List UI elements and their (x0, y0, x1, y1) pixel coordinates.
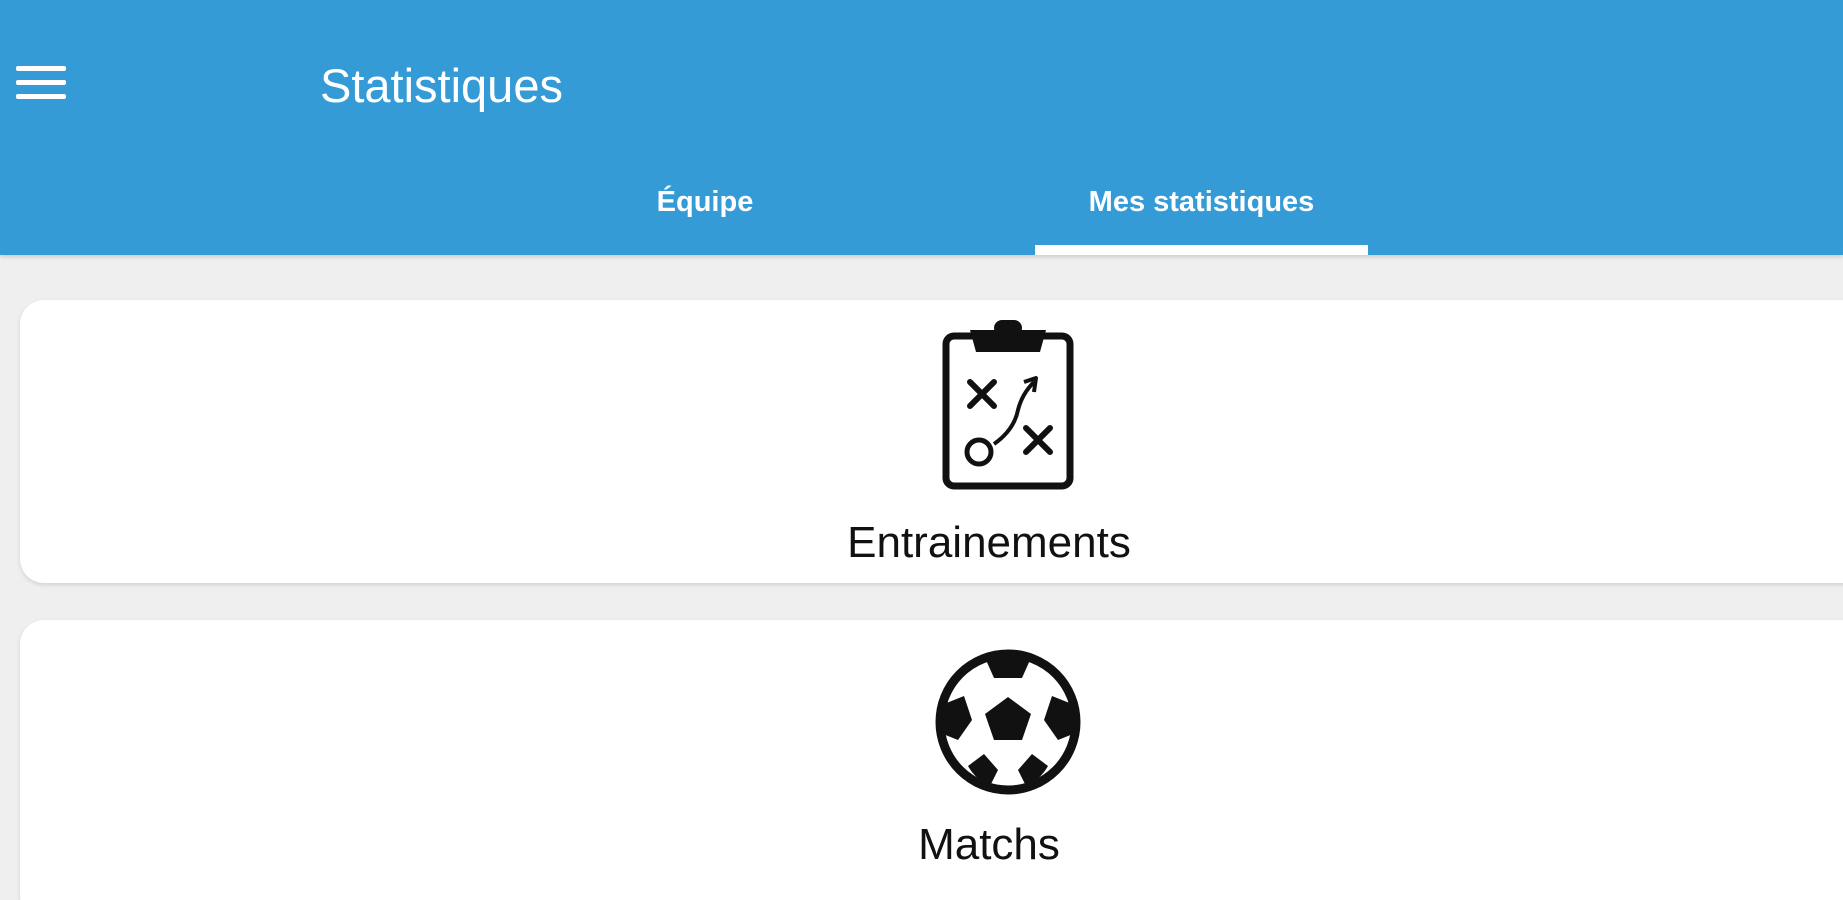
hamburger-menu-icon (16, 66, 66, 99)
tab-bar: Équipe Mes statistiques (0, 170, 1843, 255)
card-entrainements[interactable]: Entrainements (20, 300, 1843, 583)
tab-equipe-label: Équipe (656, 186, 754, 218)
soccer-ball-icon (935, 649, 1081, 795)
tab-mes-statistiques[interactable]: Mes statistiques (1035, 170, 1368, 255)
page-title: Statistiques (320, 59, 563, 112)
tab-equipe[interactable]: Équipe (540, 170, 870, 255)
menu-button[interactable] (8, 58, 74, 108)
card-matchs-label: Matchs (918, 820, 1060, 869)
card-matchs[interactable]: Matchs (20, 620, 1843, 900)
card-entrainements-label: Entrainements (847, 518, 1131, 567)
tab-indicator (1035, 245, 1368, 255)
app-root: Statistiques Équipe Mes statistiques Ent… (0, 0, 1843, 900)
tactics-clipboard-icon (942, 320, 1074, 490)
tab-mes-statistiques-label: Mes statistiques (1088, 186, 1315, 218)
app-bar: Statistiques Équipe Mes statistiques (0, 0, 1843, 255)
